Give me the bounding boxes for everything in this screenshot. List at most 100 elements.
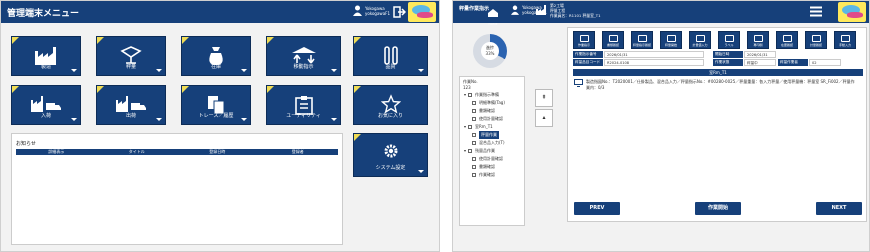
node-checkbox[interactable] [472,173,476,177]
action-button[interactable]: 秤量開始 [660,31,682,49]
scale-icon [120,46,142,64]
expand-toggle-icon[interactable]: ▾ [464,91,466,99]
action-button[interactable]: 書類確認 [602,31,624,49]
action-button[interactable]: 再印刷 [747,31,769,49]
tree-node[interactable]: ▾ 残量品作業 [464,147,522,155]
tile-transfer-instruction[interactable]: 移動指示 [266,36,341,76]
start-work-button[interactable]: 作業開始 [695,202,741,215]
tile-corner-marker [12,37,19,44]
column-registered-by[interactable]: 登録者 [258,149,339,155]
tile-utility[interactable]: ユーティリティ [266,85,341,125]
site-info: 第2工場 秤量工程 作業員名：R1101 秤量室_T1 [550,3,601,18]
tree-node[interactable]: 使用計量確認 [464,115,522,123]
monitor-icon [574,79,583,87]
tree-node-label: 作業指示準備 [475,92,500,97]
notice-panel: お知らせ 詳細表示 タイトル 登録日時 登録者 [11,133,343,245]
chevron-down-icon [156,69,162,72]
tree-node-label: 書類確認 [479,164,495,169]
column-title[interactable]: タイトル [97,149,178,155]
tree-node[interactable]: 明細準備(Tag) [464,99,522,107]
tile-receiving[interactable]: 入荷 [11,85,81,125]
tile-weighing[interactable]: 秤量 [96,36,166,76]
node-checkbox[interactable] [472,141,476,145]
action-button[interactable]: 在庫確認 [776,31,798,49]
scroll-up-button[interactable]: ▴ [535,109,553,127]
tile-corner-marker [182,86,189,93]
user-info[interactable]: Yokogawa yokogawaF1 [353,5,390,16]
node-checkbox[interactable] [472,157,476,161]
node-checkbox[interactable] [472,109,476,113]
action-button[interactable]: 作業指示 [573,31,595,49]
tile-label: 秤量 [125,64,136,70]
action-button[interactable]: 手動入力 [834,31,856,49]
star-icon [380,94,401,114]
info-value: 02 [809,59,841,66]
menu-icon[interactable] [809,6,823,17]
logout-icon[interactable] [393,6,406,18]
action-icon [666,35,676,42]
tree-node[interactable]: ▾ 作業指示準備 [464,91,522,99]
tree-node[interactable]: 混合品入力(T) [464,139,522,147]
info-label: 作業指示番号 [573,51,603,58]
action-button[interactable]: ラベル [718,31,740,49]
expand-toggle-icon[interactable]: ▾ [464,123,466,131]
action-label: 秤量指示確認 [632,43,651,47]
next-button[interactable]: NEXT [816,202,862,215]
tile-shipping[interactable]: 出荷 [96,85,166,125]
tile-corner-marker [267,37,274,44]
tree-node[interactable]: 秤量作業 [464,131,522,139]
column-detail[interactable]: 詳細表示 [16,149,97,155]
chevron-down-icon [241,118,247,121]
tile-system-settings[interactable]: システム設定 [353,133,428,177]
tree-node[interactable]: 作業確認 [464,171,522,179]
column-registered-at[interactable]: 登録日時 [177,149,258,155]
page-title: 管理端末メニュー [7,9,80,19]
tile-label: システム設定 [375,165,406,171]
node-checkbox[interactable] [472,133,476,137]
tree-node-label: 使用計量確認 [479,156,503,161]
factory-truck-out-icon [116,96,146,112]
tree-header: 作業No. 123 [463,79,478,91]
action-label: 秤量開始 [664,43,677,47]
action-button[interactable]: 計量確認 [805,31,827,49]
notice-title: お知らせ [16,141,36,147]
gear-icon [384,144,397,158]
tile-label: 入荷 [40,113,51,119]
home-button[interactable]: HOME [485,3,501,26]
tree-node[interactable]: ▾ 室Rm_T1 [464,123,522,131]
tile-manufacturing[interactable]: 製造 [11,36,81,76]
node-checkbox[interactable] [472,101,476,105]
expand-toggle-icon[interactable]: ▾ [464,147,466,155]
action-button[interactable]: 計量値入力 [689,31,711,49]
chevron-down-icon [71,118,77,121]
tree-node-label: 書類確認 [479,108,495,113]
chevron-down-icon [241,69,247,72]
tree-node[interactable]: 書類確認 [464,163,522,171]
brand-logo [838,2,866,22]
header-bar: 秤量作業指示 HOME Yokogawa yokogawaF1 第2工場 秤量工… [453,1,869,26]
tree-node[interactable]: 使用計量確認 [464,155,522,163]
action-icon [840,35,850,42]
tree-node[interactable]: 書類確認 [464,107,522,115]
chevron-down-icon [71,69,77,72]
node-checkbox[interactable] [468,125,473,129]
node-checkbox[interactable] [468,149,473,153]
node-checkbox[interactable] [468,93,473,97]
action-button[interactable]: 秤量指示確認 [631,31,653,49]
tile-favorites[interactable]: お気に入り [353,85,428,125]
prev-button[interactable]: PREV [574,202,620,215]
info-value: 2026/01/31 [744,51,776,58]
tile-quality[interactable]: 品質 [353,36,428,76]
action-icon [782,35,792,42]
tile-trace-history[interactable]: トレース／履歴 [181,85,251,125]
info-label: 作業状態 [713,59,743,66]
node-checkbox[interactable] [472,117,476,121]
tile-inventory[interactable]: 在庫 [181,36,251,76]
scroll-top-button[interactable]: ⇞ [535,89,553,107]
chevron-down-icon [418,170,424,173]
work-tree-panel: 作業No. 123 ▾ 作業指示準備 明細準備(Tag) 書類確認 使用計量確認 ▾ 室Rm… [459,76,525,226]
work-tree: ▾ 作業指示準備 明細準備(Tag) 書類確認 使用計量確認 ▾ 室Rm_T1 秤量作業 混合品… [464,91,522,179]
tile-corner-marker [354,134,361,141]
room-tab[interactable]: 室Rm_T1 [573,69,863,76]
node-checkbox[interactable] [472,165,476,169]
